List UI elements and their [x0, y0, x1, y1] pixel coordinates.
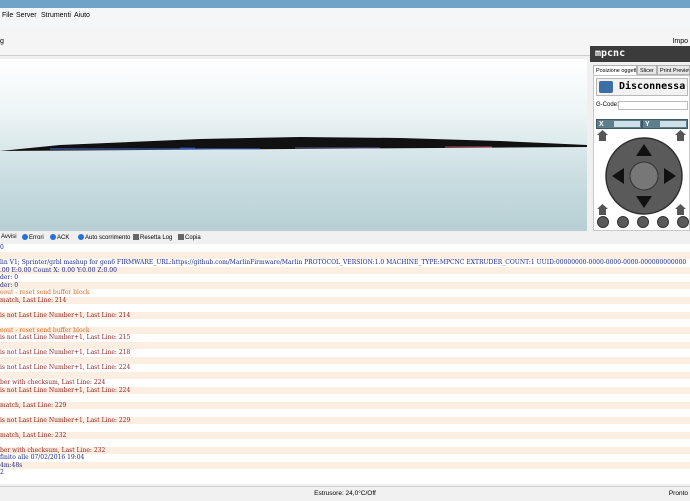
- action-icons: [596, 216, 689, 230]
- log-line: lin V1; Sprinter/grbl mashup for gen6 FI…: [0, 259, 687, 266]
- log-line: 0: [0, 244, 4, 251]
- extruder-1-icon[interactable]: [657, 216, 669, 228]
- position-readout: X Y: [596, 119, 688, 129]
- home-z-icon[interactable]: [597, 204, 608, 215]
- log-line: [0, 371, 690, 379]
- log-line: 2: [0, 469, 4, 476]
- extruder-status: Estrusore: 24,0°C/Off: [314, 490, 376, 497]
- gcode-input[interactable]: [618, 101, 688, 110]
- window-titlebar: [0, 0, 690, 8]
- filter-avvisi-label: Avvisi: [1, 234, 17, 240]
- log-line: ber with checksum, Last Line: 224: [0, 379, 106, 386]
- log-line: is not Last Line Number+1, Last Line: 21…: [0, 334, 131, 341]
- log-toolbar: Avvisi Errori ACK Auto scorrimento Reset…: [0, 231, 690, 245]
- home-y-icon[interactable]: [675, 130, 686, 141]
- menu-strumenti[interactable]: Strumenti: [41, 12, 71, 19]
- 3d-preview-viewport[interactable]: [0, 59, 587, 231]
- tab-print-preview[interactable]: Print Preview: [657, 65, 690, 75]
- tab-slicer[interactable]: Slicer: [637, 65, 657, 75]
- log-line: ber with checksum, Last Line: 232: [0, 446, 690, 454]
- log-line: finito alle 07/02/2016 19:04: [0, 454, 85, 461]
- panel-tabs: Posizione oggetto Slicer Print Preview: [593, 65, 690, 75]
- log-line: is not Last Line Number+1, Last Line: 22…: [0, 386, 690, 394]
- menu-file[interactable]: File: [2, 12, 13, 19]
- x-position-value: [614, 121, 640, 127]
- fan-icon[interactable]: [617, 216, 629, 228]
- right-panel: mpcnc Posizione oggetto Slicer Print Pre…: [590, 46, 690, 231]
- disconnect-button[interactable]: Disconnessa: [596, 78, 688, 96]
- power-icon[interactable]: [597, 216, 609, 228]
- log-line: is not Last Line Number+1, Last Line: 21…: [0, 349, 131, 356]
- gcode-row: G-Code:: [596, 101, 688, 111]
- toolpath-preview: [0, 137, 587, 151]
- tab-posizione-oggetto[interactable]: Posizione oggetto: [593, 65, 637, 75]
- radio-icon: [78, 234, 84, 240]
- jog-control[interactable]: [602, 134, 686, 218]
- copy-label: Copia: [185, 235, 201, 241]
- log-line: [0, 251, 690, 259]
- log-line: .00 E:0.00 Count X: 0.00 Y:0.00 Z:0.00: [0, 266, 690, 274]
- toolbar-left-label[interactable]: g: [0, 38, 4, 45]
- control-panel: Disconnessa G-Code: X Y: [593, 75, 690, 231]
- y-position-value: [660, 121, 686, 127]
- log-line: eout - reset send buffer block: [0, 289, 90, 296]
- autoscroll-toggle[interactable]: Auto scorrimento: [78, 234, 130, 241]
- menu-aiuto[interactable]: Aiuto: [74, 12, 90, 19]
- radio-icon: [50, 234, 56, 240]
- y-axis-label: Y: [645, 121, 650, 128]
- log-line: 4m:48s: [0, 461, 690, 469]
- filter-ack[interactable]: ACK: [50, 234, 69, 241]
- log-line: [0, 356, 690, 364]
- home-all-icon[interactable]: [675, 204, 686, 215]
- copy-icon: [178, 234, 184, 240]
- log-line: match, Last Line: 214: [0, 296, 690, 304]
- toolbar-settings-label[interactable]: Impo: [672, 38, 688, 45]
- copy-button[interactable]: Copia: [178, 234, 201, 241]
- menu-server[interactable]: Server: [16, 12, 37, 19]
- disconnect-label: Disconnessa: [619, 81, 686, 92]
- connection-icon: [599, 81, 613, 93]
- log-line: is not Last Line Number+1, Last Line: 22…: [0, 364, 131, 371]
- log-line: match, Last Line: 232: [0, 431, 690, 439]
- menu-bar: File Server Strumenti Aiuto: [0, 8, 690, 28]
- log-output[interactable]: 0 lin V1; Sprinter/grbl mashup for gen6 F…: [0, 244, 690, 484]
- log-line: eout - reset send buffer block: [0, 326, 690, 334]
- reset-log-label: Resetta Log: [140, 235, 173, 241]
- log-line: [0, 341, 690, 349]
- status-bar: Estrusore: 24,0°C/Off Pronto: [0, 486, 690, 501]
- filter-errori-label: Errori: [29, 235, 44, 241]
- radio-icon: [22, 234, 28, 240]
- filter-errori[interactable]: Errori: [22, 234, 44, 241]
- log-line: der: 0: [0, 274, 19, 281]
- x-position-box: X: [596, 119, 642, 129]
- reset-log-button[interactable]: Resetta Log: [133, 234, 172, 241]
- ready-status: Pronto: [668, 490, 688, 497]
- home-x-icon[interactable]: [597, 130, 608, 141]
- printer-name: mpcnc: [590, 46, 690, 62]
- park-icon[interactable]: [637, 216, 649, 228]
- x-axis-label: X: [599, 121, 604, 128]
- log-line: match, Last Line: 229: [0, 401, 690, 409]
- y-position-box: Y: [642, 119, 688, 129]
- log-line: is not Last Line Number+1, Last Line: 22…: [0, 416, 690, 424]
- filter-avvisi[interactable]: Avvisi: [1, 234, 17, 240]
- main-toolbar: g Impo: [0, 27, 690, 56]
- trash-icon: [133, 234, 139, 240]
- log-line: is not Last Line Number+1, Last Line: 21…: [0, 311, 690, 319]
- gcode-label: G-Code:: [596, 102, 619, 108]
- log-line: der: 0: [0, 281, 690, 289]
- filter-ack-label: ACK: [57, 235, 70, 241]
- autoscroll-label: Auto scorrimento: [85, 235, 131, 241]
- extruder-2-icon[interactable]: [677, 216, 689, 228]
